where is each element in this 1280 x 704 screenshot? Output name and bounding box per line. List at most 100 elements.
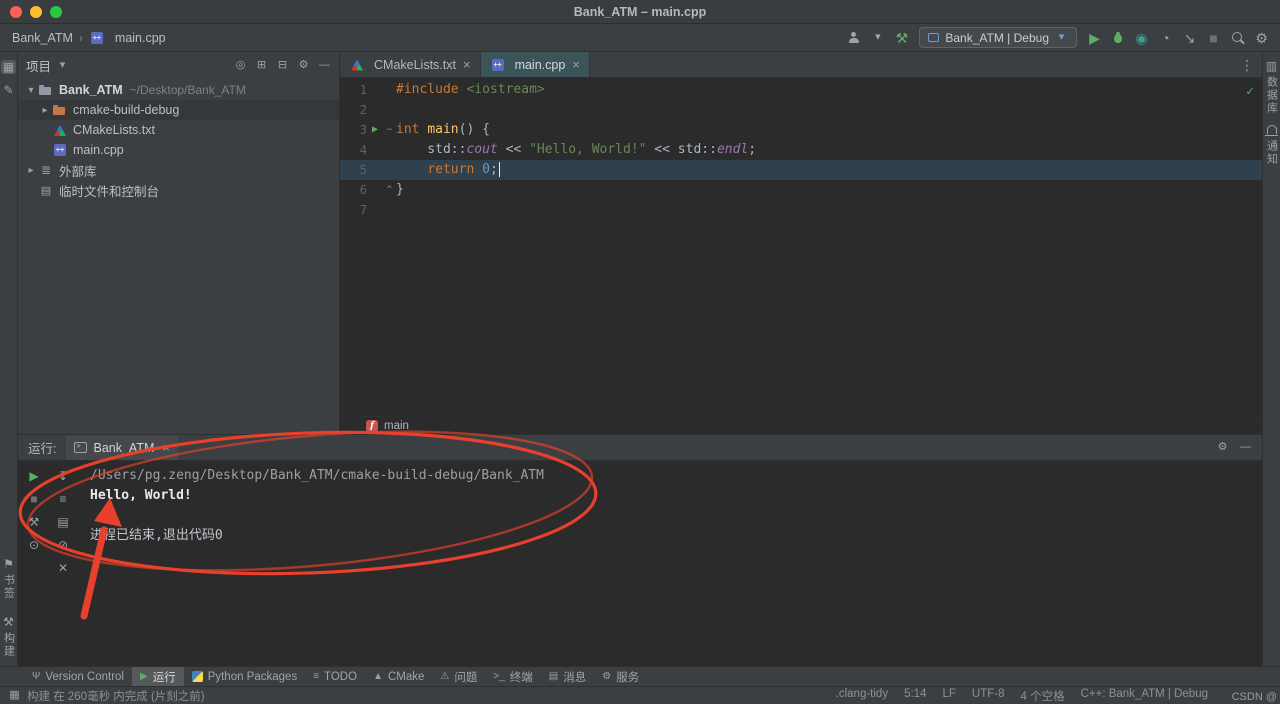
console-output[interactable]: /Users/pg.zeng/Desktop/Bank_ATM/cmake-bu… bbox=[76, 461, 1262, 666]
tree-chevron-icon[interactable]: ▸ bbox=[38, 105, 52, 116]
code-area[interactable]: 1#include <iostream>23▶−int main() {4 st… bbox=[340, 80, 1262, 220]
inspections-ok-icon[interactable]: ✓ bbox=[1246, 82, 1254, 102]
code-text[interactable]: std::cout << "Hello, World!" << std::end… bbox=[396, 140, 756, 160]
line-number[interactable]: 4 bbox=[345, 140, 367, 160]
status-widget[interactable]: .clang-tidy bbox=[836, 688, 888, 704]
settings-icon[interactable]: ⚙ bbox=[1216, 442, 1229, 453]
chevron-down-icon[interactable]: ▾ bbox=[871, 32, 884, 43]
search-icon[interactable] bbox=[1231, 31, 1244, 44]
stripe-button-数据库[interactable]: ▥数据库 bbox=[1264, 60, 1280, 115]
editor[interactable]: 1#include <iostream>23▶−int main() {4 st… bbox=[340, 78, 1262, 416]
options-icon[interactable]: ⚙ bbox=[297, 60, 310, 71]
tree-item[interactable]: 临时文件和控制台 bbox=[18, 180, 339, 200]
settings-icon[interactable]: ⚙ bbox=[1255, 31, 1268, 45]
hide-icon[interactable]: — bbox=[1239, 442, 1252, 453]
code-line[interactable]: 2 bbox=[340, 100, 1262, 120]
run-configuration-select[interactable]: Bank_ATM | Debug ▾ bbox=[919, 27, 1077, 48]
editor-tab[interactable]: CMakeLists.txt× bbox=[340, 52, 481, 77]
toolwindow-button-问题[interactable]: ⚠问题 bbox=[432, 667, 485, 686]
close-icon[interactable]: × bbox=[572, 57, 580, 72]
stripe-button-构建[interactable]: ⚒构建 bbox=[1, 616, 17, 658]
breadcrumb-project[interactable]: Bank_ATM bbox=[12, 31, 73, 45]
fold-icon[interactable]: ^ bbox=[383, 180, 396, 200]
toolwindow-button-终端[interactable]: >_终端 bbox=[485, 667, 540, 686]
tree-chevron-icon[interactable]: ▾ bbox=[24, 85, 38, 96]
line-number[interactable]: 1 bbox=[345, 80, 367, 100]
zoom-window-button[interactable] bbox=[50, 6, 62, 18]
stop-icon[interactable]: ■ bbox=[1207, 31, 1220, 45]
code-text[interactable]: #include <iostream> bbox=[396, 80, 545, 100]
soft-wrap-icon[interactable]: ▤ bbox=[57, 516, 68, 528]
project-panel-title[interactable]: 项目 bbox=[26, 56, 51, 75]
tree-item[interactable]: ▾Bank_ATM~/Desktop/Bank_ATM bbox=[18, 80, 339, 100]
delete-icon[interactable]: ✕ bbox=[58, 562, 68, 574]
expand-all-icon[interactable]: ⊞ bbox=[255, 60, 268, 71]
stop-icon[interactable]: ■ bbox=[30, 493, 37, 505]
code-text[interactable]: } bbox=[396, 180, 404, 200]
toolwindow-button-cmake[interactable]: ▲CMake bbox=[365, 667, 432, 686]
toolwindow-button-todo[interactable]: ≡TODO bbox=[305, 667, 365, 686]
code-line[interactable]: 3▶−int main() { bbox=[340, 120, 1262, 140]
status-widget[interactable]: C++: Bank_ATM | Debug bbox=[1081, 688, 1208, 704]
minimize-window-button[interactable] bbox=[30, 6, 42, 18]
chevron-down-icon[interactable]: ▾ bbox=[56, 60, 69, 71]
close-icon[interactable]: × bbox=[162, 440, 170, 455]
attach-icon[interactable]: ↘ bbox=[1183, 31, 1196, 45]
stripe-button-通知[interactable]: 通知 bbox=[1264, 125, 1280, 166]
pin-icon[interactable]: ⊙ bbox=[29, 539, 39, 551]
coverage-icon[interactable]: ◉ bbox=[1135, 31, 1148, 45]
scroll-to-end-icon[interactable]: ↧ bbox=[58, 470, 68, 482]
line-number[interactable]: 5 bbox=[345, 160, 367, 180]
stripe-button-书签[interactable]: ⚑书签 bbox=[1, 558, 17, 600]
status-widget[interactable]: 5:14 bbox=[904, 688, 926, 704]
toolwindow-button-服务[interactable]: ⚙服务 bbox=[594, 667, 647, 686]
close-icon[interactable]: × bbox=[463, 57, 471, 72]
toolwindow-button-python-packages[interactable]: Python Packages bbox=[184, 667, 306, 686]
toolwindow-button-运行[interactable]: ▶运行 bbox=[132, 667, 184, 686]
profiler-icon[interactable]: ◔ bbox=[1159, 31, 1172, 45]
line-number[interactable]: 2 bbox=[345, 100, 367, 120]
tool-window-switcher-icon[interactable]: ▦ bbox=[8, 690, 21, 701]
status-widget[interactable]: LF bbox=[942, 688, 955, 704]
rerun-icon[interactable]: ▶ bbox=[29, 470, 38, 482]
project-stripe-icon[interactable]: ▦ bbox=[1, 60, 16, 74]
run-line-icon[interactable]: ▶ bbox=[367, 120, 383, 140]
run-tab[interactable]: Bank_ATM × bbox=[66, 435, 178, 460]
clear-icon[interactable]: ⊘ bbox=[58, 539, 68, 551]
status-widget[interactable]: 4 个空格 bbox=[1020, 688, 1064, 704]
editor-options-button[interactable]: ⋮ bbox=[1232, 52, 1262, 77]
user-icon[interactable] bbox=[847, 31, 860, 44]
commit-stripe-icon[interactable]: ✎ bbox=[3, 84, 13, 96]
code-line[interactable]: 6 ^} bbox=[340, 180, 1262, 200]
tree-item[interactable]: CMakeLists.txt bbox=[18, 120, 339, 140]
toolwindow-button-消息[interactable]: ▤消息 bbox=[541, 667, 594, 686]
code-line[interactable]: 1 #include <iostream> bbox=[340, 80, 1262, 100]
toolwindow-button-version-control[interactable]: ΨVersion Control bbox=[24, 667, 132, 686]
code-text[interactable]: return 0; bbox=[396, 160, 500, 180]
edit-configuration-icon[interactable]: ⚒ bbox=[29, 516, 40, 528]
line-number[interactable]: 3 bbox=[345, 120, 367, 140]
collapse-all-icon[interactable]: ⊟ bbox=[276, 60, 289, 71]
line-number[interactable]: 6 bbox=[345, 180, 367, 200]
build-hammer-icon[interactable]: ⚒ bbox=[895, 31, 908, 45]
run-icon[interactable]: ▶ bbox=[1088, 31, 1101, 45]
locate-icon[interactable]: ◎ bbox=[234, 60, 247, 71]
code-line[interactable]: 5 return 0; bbox=[340, 160, 1262, 180]
tree-chevron-icon[interactable]: ▸ bbox=[24, 165, 38, 176]
breadcrumb-function[interactable]: main bbox=[384, 420, 409, 432]
hide-icon[interactable]: — bbox=[318, 60, 331, 71]
editor-tab[interactable]: main.cpp× bbox=[481, 52, 590, 77]
tree-item[interactable]: ▸cmake-build-debug bbox=[18, 100, 339, 120]
close-window-button[interactable] bbox=[10, 6, 22, 18]
console-menu-icon[interactable]: ≡ bbox=[59, 493, 66, 505]
line-number[interactable]: 7 bbox=[345, 200, 367, 220]
code-line[interactable]: 7 bbox=[340, 200, 1262, 220]
status-widget[interactable]: UTF-8 bbox=[972, 688, 1005, 704]
debug-icon[interactable] bbox=[1112, 31, 1124, 44]
tree-item[interactable]: ▸外部库 bbox=[18, 160, 339, 180]
tree-item[interactable]: main.cpp bbox=[18, 140, 339, 160]
code-text[interactable]: int main() { bbox=[396, 120, 490, 140]
fold-icon[interactable]: − bbox=[383, 120, 396, 140]
breadcrumb-file[interactable]: main.cpp bbox=[115, 31, 166, 45]
code-line[interactable]: 4 std::cout << "Hello, World!" << std::e… bbox=[340, 140, 1262, 160]
